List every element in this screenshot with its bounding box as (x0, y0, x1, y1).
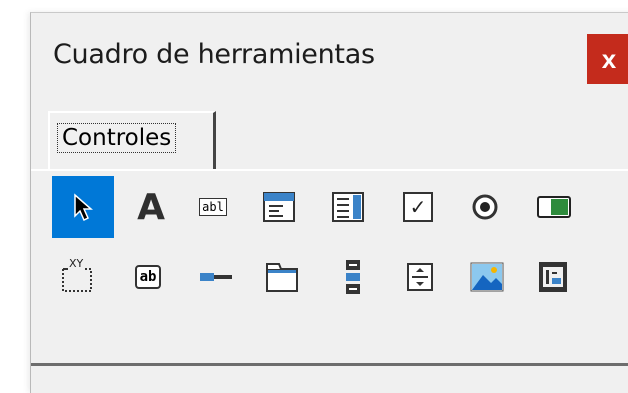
commandbutton-icon[interactable]: ab (128, 257, 168, 297)
tabstrip-icon[interactable] (196, 257, 236, 297)
combobox-icon[interactable] (259, 187, 299, 227)
refedit-icon[interactable] (533, 257, 573, 297)
title-bar[interactable]: Cuadro de herramientas x (31, 13, 628, 99)
checkbox-icon[interactable]: ✓ (398, 187, 438, 227)
window-title: Cuadro de herramientas (53, 39, 375, 70)
listbox-icon[interactable] (328, 187, 368, 227)
textbox-icon[interactable]: abl (193, 187, 233, 227)
close-button[interactable]: x (587, 34, 628, 84)
image-icon[interactable] (467, 257, 507, 297)
label-icon[interactable]: A (131, 186, 171, 228)
toolbox-window: Cuadro de herramientas x Controles A abl (30, 12, 628, 393)
commandbutton-glyph: ab (139, 269, 157, 285)
optionbutton-icon[interactable] (465, 187, 505, 227)
textbox-glyph: abl (202, 200, 224, 214)
spinbutton-icon[interactable] (400, 257, 440, 297)
tab-controles[interactable]: Controles (48, 111, 216, 169)
multipage-icon[interactable] (262, 257, 302, 297)
check-glyph: ✓ (409, 195, 427, 219)
tab-label: Controles (57, 123, 177, 153)
pointer-icon[interactable] (52, 176, 114, 238)
frame-glyph: XY (69, 257, 84, 270)
tab-divider (31, 169, 628, 171)
scrollbar-icon[interactable] (333, 257, 373, 297)
togglebutton-icon[interactable] (534, 187, 574, 227)
frame-icon[interactable]: XY (57, 257, 97, 297)
label-glyph: A (137, 186, 165, 228)
window-bottom-edge (31, 363, 628, 366)
